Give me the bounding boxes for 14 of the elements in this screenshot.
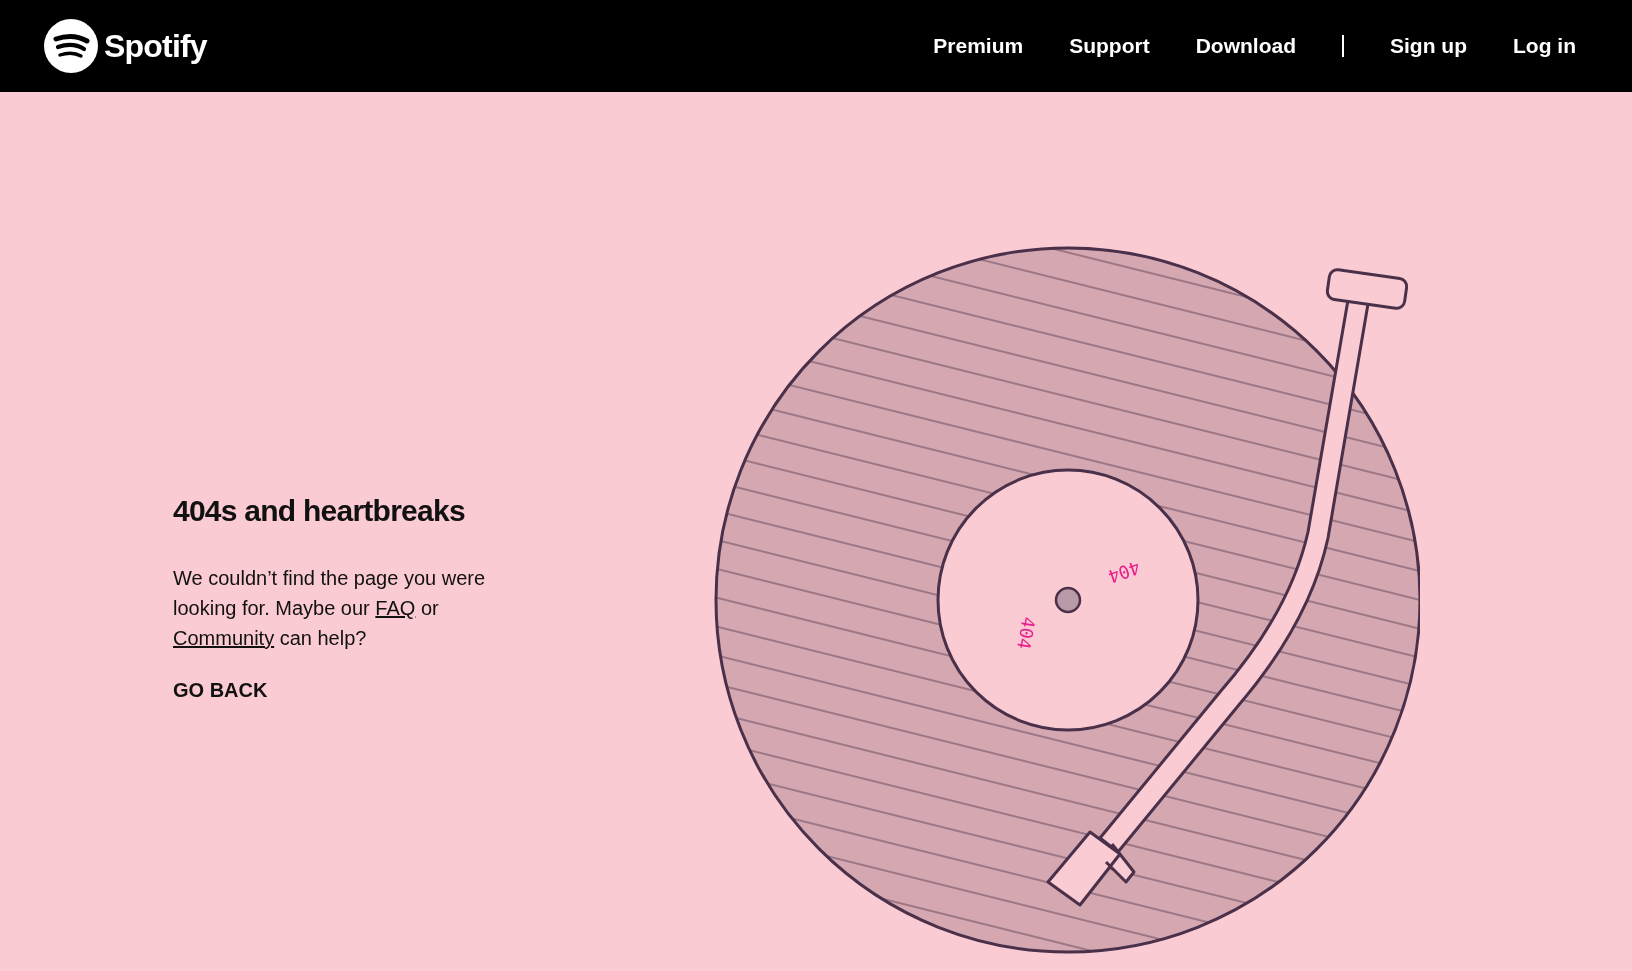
nav-link[interactable]: Support bbox=[1069, 30, 1150, 62]
nav-link[interactable]: Sign up bbox=[1390, 30, 1467, 62]
logo-icon bbox=[44, 19, 98, 73]
brand-logo-link[interactable]: Spotify bbox=[44, 19, 207, 73]
faq-link[interactable]: FAQ bbox=[375, 597, 416, 619]
record-label-text: 404 bbox=[1013, 615, 1040, 651]
community-link[interactable]: Community bbox=[173, 627, 275, 649]
record-label-text: 404 bbox=[1105, 556, 1144, 588]
error-title: 404s and heartbreaks bbox=[173, 493, 466, 529]
go-back-link[interactable]: GO BACK bbox=[173, 675, 268, 705]
nav-link[interactable]: Premium bbox=[933, 30, 1024, 62]
error-message: We couldn’t find the page you were looking for. Maybe our FAQ or Community can help? bbox=[173, 566, 487, 651]
nav-link[interactable]: Download bbox=[1195, 30, 1296, 62]
nav-link[interactable]: Log in bbox=[1513, 30, 1576, 62]
